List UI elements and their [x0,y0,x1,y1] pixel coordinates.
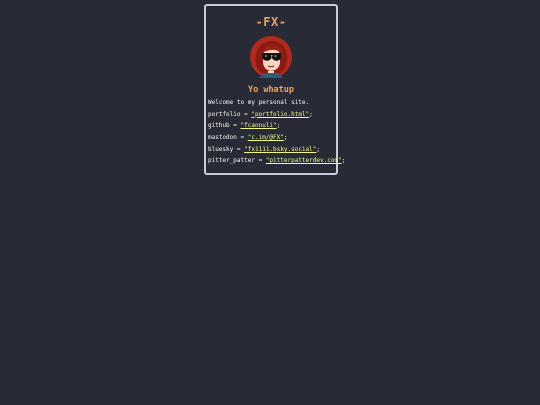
terminator: ; [341,157,346,165]
link-row-bluesky: bluesky = "fx1111.bsky.social"; [208,145,336,153]
assign-operator: = [236,134,248,142]
terminator: ; [276,122,281,130]
link-key: portfolio [208,110,241,118]
link-row-mastodon: mastodon = "c.im/@FX"; [208,135,336,141]
link-list: Welcome to my personal site. portfolio =… [208,99,345,170]
assign-operator: = [229,122,241,130]
link-key: bluesky [208,145,234,153]
link-key: github [208,122,230,130]
link-row-pitter-patter: pitter_patter = "pitterpatterdev.com"; [208,157,345,165]
link-key: pitter_patter [208,157,255,165]
avatar-icon [250,36,292,78]
intro-text: Welcome to my personal site. [208,99,310,106]
mastodon-link[interactable]: "c.im/@FX" [248,134,284,141]
link-row-github: github = "fcannuli"; [208,123,336,129]
terminator: ; [316,145,321,153]
terminator: ; [283,134,288,142]
assign-operator: = [233,145,245,153]
pitter-patter-link[interactable]: "pitterpatterdev.com" [266,157,342,164]
greeting-heading: Yo whatup [247,85,295,95]
bluesky-link[interactable]: "fx1111.bsky.social" [244,146,316,153]
github-link[interactable]: "fcannuli" [241,122,277,129]
assign-operator: = [240,110,252,118]
profile-card: -FX- Yo whatup Welcome to my personal si… [204,4,345,175]
assign-operator: = [254,157,266,165]
link-row-portfolio: portfolio = "portfolio.html"; [208,110,336,118]
site-title: -FX- [255,15,287,29]
terminator: ; [309,110,313,118]
link-key: mastodon [208,134,237,142]
portfolio-link[interactable]: "portfolio.html" [251,111,309,118]
